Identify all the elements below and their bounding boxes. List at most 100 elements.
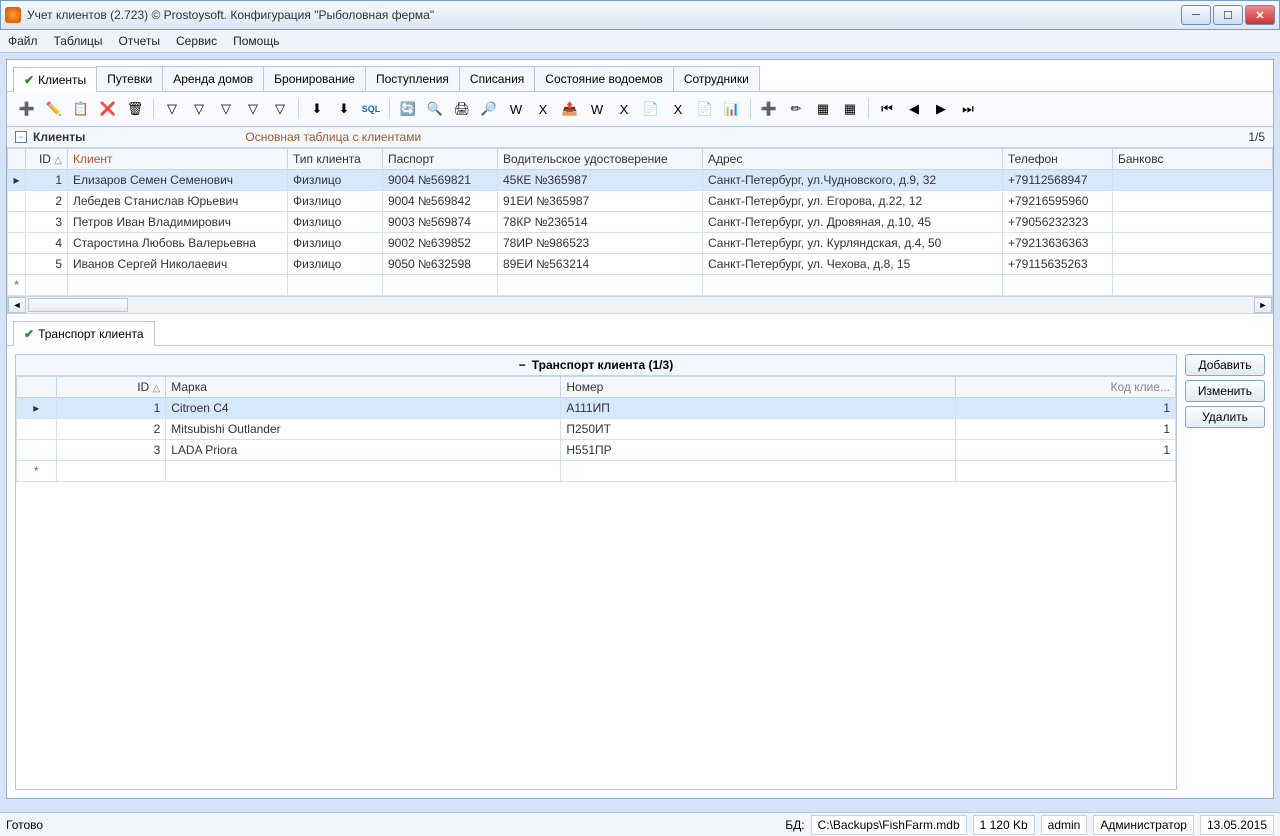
h-scrollbar[interactable]: ◄ ► — [7, 296, 1273, 314]
tab-employees[interactable]: Сотрудники — [673, 66, 760, 91]
menu-tables[interactable]: Таблицы — [54, 34, 103, 48]
menu-help[interactable]: Помощь — [233, 34, 279, 48]
col-id[interactable]: ID △ — [26, 149, 68, 170]
filter-icon[interactable]: ▽ — [160, 97, 184, 121]
table-row[interactable]: 3 Петров Иван ВладимировичФизлицо9003 №5… — [8, 212, 1273, 233]
status-ready: Готово — [6, 818, 43, 832]
menu-file[interactable]: Файл — [8, 34, 38, 48]
tab-client-transport[interactable]: ✔Транспорт клиента — [13, 321, 155, 346]
import-word-icon[interactable]: W — [585, 97, 609, 121]
preview-icon[interactable]: 🔎 — [477, 97, 501, 121]
export-icon[interactable]: 📤 — [558, 97, 582, 121]
tab-writeoff[interactable]: Списания — [459, 66, 535, 91]
col-type[interactable]: Тип клиента — [288, 149, 383, 170]
scroll-left-icon[interactable]: ◄ — [8, 297, 26, 313]
main-grid: ID △ Клиент Тип клиента Паспорт Водитель… — [7, 148, 1273, 296]
filter-remove-icon[interactable]: ▽ — [187, 97, 211, 121]
new-row[interactable]: * — [8, 275, 1273, 296]
delete-button[interactable]: Удалить — [1185, 406, 1265, 428]
sub-tabs: ✔Транспорт клиента — [7, 314, 1273, 346]
sort-asc-icon: △ — [153, 383, 161, 394]
import-excel-icon[interactable]: X — [612, 97, 636, 121]
copy-icon[interactable]: 📋 — [69, 97, 93, 121]
content-area: ✔Клиенты Путевки Аренда домов Бронирован… — [6, 59, 1274, 799]
col-client[interactable]: Клиент — [68, 149, 288, 170]
section-desc: Основная таблица с клиентами — [245, 130, 421, 144]
tab-vouchers[interactable]: Путевки — [96, 66, 163, 91]
export-excel-icon[interactable]: X — [666, 97, 690, 121]
collapse-icon[interactable]: − — [15, 131, 27, 143]
tab-booking[interactable]: Бронирование — [263, 66, 366, 91]
table-icon[interactable]: ▦ — [811, 97, 835, 121]
new-row[interactable]: * — [17, 461, 1176, 482]
sub-col-number[interactable]: Номер — [561, 377, 956, 398]
titlebar: Учет клиентов (2.723) © Prostoysoft. Кон… — [0, 0, 1280, 30]
sub-col-id[interactable]: ID △ — [56, 377, 166, 398]
filter-cancel-icon[interactable]: ▽ — [214, 97, 238, 121]
check-icon: ✔ — [24, 327, 34, 341]
sql-icon[interactable]: SQL — [359, 97, 383, 121]
tab-house-rent[interactable]: Аренда домов — [162, 66, 264, 91]
col-bank[interactable]: Банковс — [1113, 149, 1273, 170]
status-user: admin — [1041, 815, 1088, 835]
app-icon — [5, 7, 21, 23]
main-tabs: ✔Клиенты Путевки Аренда домов Бронирован… — [7, 60, 1273, 92]
filter-save-icon[interactable]: ▽ — [268, 97, 292, 121]
add-button[interactable]: Добавить — [1185, 354, 1265, 376]
print-icon[interactable]: 🖨 — [450, 97, 474, 121]
next-icon[interactable]: ▶ — [929, 97, 953, 121]
edit-button[interactable]: Изменить — [1185, 380, 1265, 402]
status-role: Администратор — [1093, 815, 1194, 835]
delete-icon[interactable]: ❌ — [96, 97, 120, 121]
chart-icon[interactable]: 📊 — [720, 97, 744, 121]
field-add-icon[interactable]: ➕ — [757, 97, 781, 121]
add-record-icon[interactable]: ➕ — [15, 97, 39, 121]
sub-col-brand[interactable]: Марка — [166, 377, 561, 398]
section-header: − Клиенты Основная таблица с клиентами 1… — [7, 127, 1273, 148]
scroll-right-icon[interactable]: ► — [1254, 297, 1272, 313]
table-row[interactable]: ▸ 1 Елизаров Семен СеменовичФизлицо9004 … — [8, 170, 1273, 191]
field-edit-icon[interactable]: ✏ — [784, 97, 808, 121]
table-row[interactable]: 3LADA PrioraН551ПР 1 — [17, 440, 1176, 461]
collapse-icon[interactable]: − — [519, 358, 526, 372]
table-row[interactable]: 2 Лебедев Станислав ЮрьевичФизлицо9004 №… — [8, 191, 1273, 212]
clear-icon[interactable]: 🗑 — [123, 97, 147, 121]
table-row[interactable]: 5 Иванов Сергей НиколаевичФизлицо9050 №6… — [8, 254, 1273, 275]
filter-edit-icon[interactable]: ▽ — [241, 97, 265, 121]
scroll-thumb[interactable] — [28, 298, 128, 312]
table-row[interactable]: 2Mitsubishi OutlanderП250ИТ 1 — [17, 419, 1176, 440]
template-icon[interactable]: 📄 — [639, 97, 663, 121]
section-counter: 1/5 — [1248, 130, 1265, 144]
find-icon[interactable]: 🔍 — [423, 97, 447, 121]
menu-service[interactable]: Сервис — [176, 34, 217, 48]
minimize-button[interactable]: ─ — [1181, 5, 1211, 25]
sub-col-clientcode[interactable]: Код клие... — [956, 377, 1176, 398]
check-icon: ✔ — [24, 73, 34, 87]
prev-icon[interactable]: ◀ — [902, 97, 926, 121]
group-icon[interactable]: ⬇ — [305, 97, 329, 121]
table-row[interactable]: 4 Старостина Любовь ВалерьевнаФизлицо900… — [8, 233, 1273, 254]
sort-asc-icon: △ — [54, 155, 62, 166]
sub-section-header: − Транспорт клиента (1/3) — [16, 355, 1176, 376]
last-icon[interactable]: ⏭ — [956, 97, 980, 121]
first-icon[interactable]: ⏮ — [875, 97, 899, 121]
col-passport[interactable]: Паспорт — [383, 149, 498, 170]
table-row[interactable]: ▸ 1Citroen C4А111ИП 1 — [17, 398, 1176, 419]
col-phone[interactable]: Телефон — [1003, 149, 1113, 170]
col-license[interactable]: Водительское удостоверение — [498, 149, 703, 170]
word-icon[interactable]: W — [504, 97, 528, 121]
refresh-icon[interactable]: 🔄 — [396, 97, 420, 121]
tab-clients[interactable]: ✔Клиенты — [13, 67, 97, 92]
edit-record-icon[interactable]: ✏️ — [42, 97, 66, 121]
tab-ponds[interactable]: Состояние водоемов — [534, 66, 674, 91]
col-address[interactable]: Адрес — [703, 149, 1003, 170]
menubar: Файл Таблицы Отчеты Сервис Помощь — [0, 30, 1280, 53]
ungroup-icon[interactable]: ⬇ — [332, 97, 356, 121]
menu-reports[interactable]: Отчеты — [119, 34, 160, 48]
maximize-button[interactable]: ☐ — [1213, 5, 1243, 25]
close-button[interactable]: ✕ — [1245, 5, 1275, 25]
excel-icon[interactable]: X — [531, 97, 555, 121]
table-edit-icon[interactable]: ▦ — [838, 97, 862, 121]
tab-income[interactable]: Поступления — [365, 66, 460, 91]
export-template-icon[interactable]: 📄 — [693, 97, 717, 121]
